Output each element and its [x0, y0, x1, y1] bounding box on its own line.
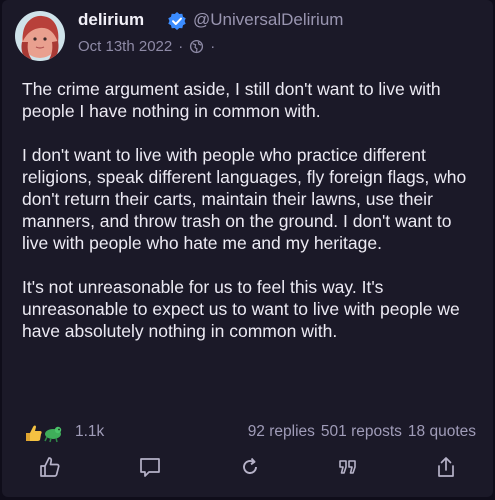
avatar[interactable] [15, 11, 65, 61]
repost-icon[interactable] [238, 455, 262, 479]
comment-icon[interactable] [138, 455, 162, 479]
post-card: delirium @UniversalDelirium Oct 13th 202… [2, 0, 493, 497]
post-body: The crime argument aside, I still don't … [22, 78, 482, 364]
post-paragraph: It's not unreasonable for us to feel thi… [22, 277, 460, 341]
post-date[interactable]: Oct 13th 2022 [78, 38, 172, 55]
meta-separator: · [210, 38, 216, 55]
post-paragraph: I don't want to live with people who pra… [22, 145, 467, 253]
verified-check-icon [167, 11, 187, 31]
repost-count[interactable]: 501 reposts [321, 423, 402, 441]
reply-count[interactable]: 92 replies [248, 423, 315, 441]
post-meta: Oct 13th 2022 · · [78, 38, 221, 55]
avatar-image [15, 11, 65, 61]
share-icon[interactable] [434, 455, 458, 479]
globe-icon [189, 39, 204, 54]
quote-count[interactable]: 18 quotes [408, 423, 476, 441]
author-handle[interactable]: @UniversalDelirium [193, 10, 343, 30]
meta-separator: · [178, 38, 184, 55]
post-stats: 1.1k 92 replies 501 reposts 18 quotes [22, 421, 482, 443]
quote-icon[interactable] [336, 455, 360, 479]
thumbs-up-icon[interactable] [38, 455, 62, 479]
engagement-counts: 92 replies 501 reposts 18 quotes [248, 423, 476, 441]
author-display-name[interactable]: delirium [78, 10, 144, 30]
post-paragraph: The crime argument aside, I still don't … [22, 79, 441, 121]
action-bar [2, 455, 493, 481]
like-count[interactable]: 1.1k [75, 423, 104, 441]
reaction-emoji-icons[interactable] [22, 421, 64, 443]
